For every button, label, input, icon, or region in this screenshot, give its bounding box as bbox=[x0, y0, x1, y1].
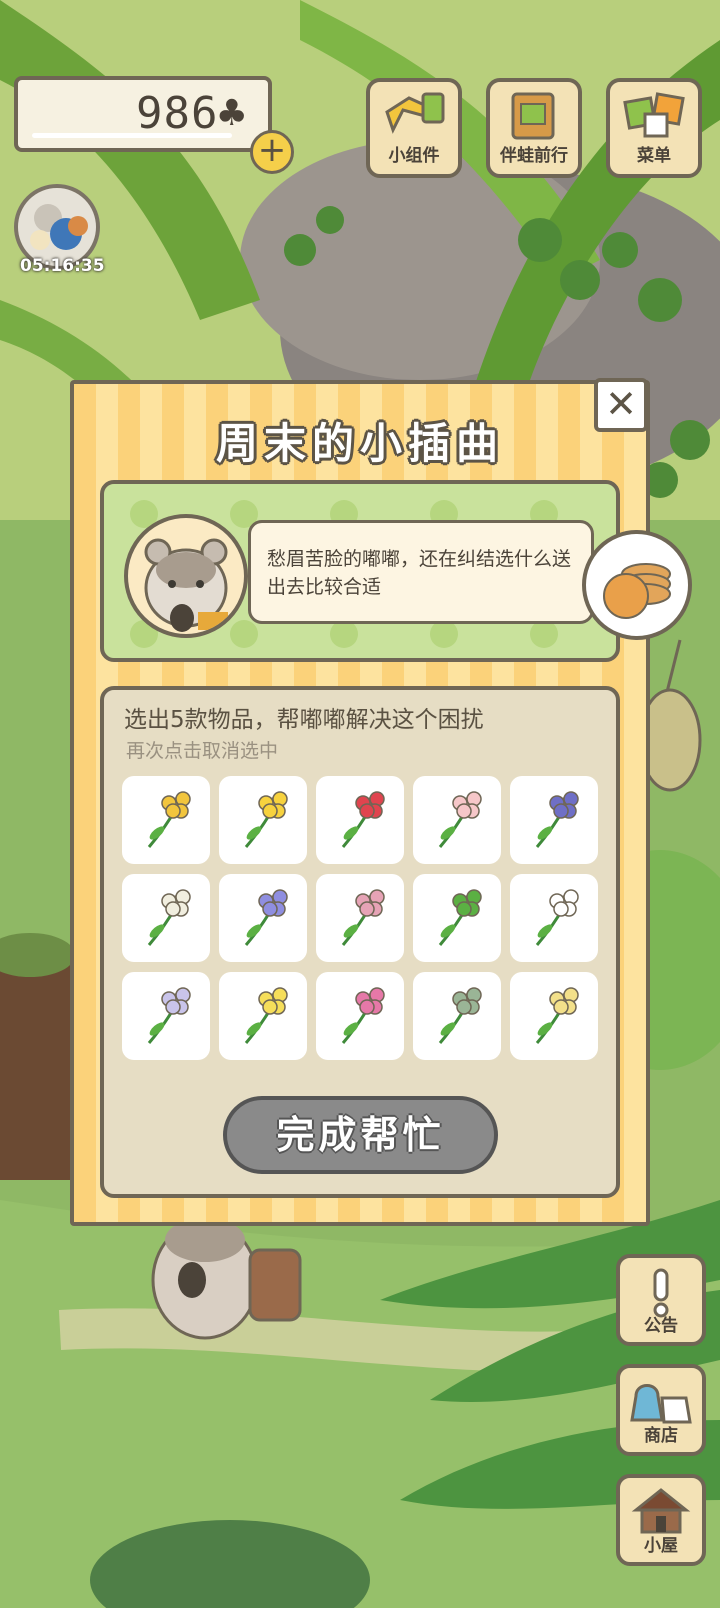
item-cell-5[interactable] bbox=[510, 776, 598, 864]
item-cell-14[interactable] bbox=[413, 972, 501, 1060]
add-clover-button[interactable]: + bbox=[250, 130, 294, 174]
four-leaf-clover-icon bbox=[438, 889, 482, 946]
journey-label: 伴蛙前行 bbox=[500, 146, 568, 166]
gift-thought bbox=[582, 530, 692, 640]
visitor-timer: 05:16:35 bbox=[20, 256, 105, 276]
widget-button[interactable]: 小组件 bbox=[366, 78, 462, 178]
speech-bubble: 愁眉苦脸的嘟嘟，还在纠结选什么送出去比较合适 bbox=[248, 520, 594, 624]
item-cell-12[interactable] bbox=[219, 972, 307, 1060]
sage-sprig-icon bbox=[438, 987, 482, 1044]
hamster-avatar bbox=[124, 514, 248, 638]
item-cell-1[interactable] bbox=[122, 776, 210, 864]
dialog-title: 周末的小插曲 bbox=[215, 419, 504, 468]
crackers-icon bbox=[603, 563, 671, 619]
item-cell-7[interactable] bbox=[219, 874, 307, 962]
shop-button[interactable]: 商店 bbox=[616, 1364, 706, 1456]
buttercup-icon bbox=[244, 987, 288, 1044]
notice-label: 公告 bbox=[644, 1316, 678, 1336]
clover-icon: ♣ bbox=[218, 88, 246, 139]
clover-counter: 986♣ bbox=[14, 76, 272, 152]
iris-icon bbox=[535, 791, 579, 848]
white-lily-icon bbox=[535, 889, 579, 946]
house-icon bbox=[631, 1488, 691, 1534]
clover-bar bbox=[32, 133, 232, 138]
shop-bags-icon bbox=[630, 1384, 692, 1424]
item-cell-3[interactable] bbox=[316, 776, 404, 864]
lilac-icon bbox=[147, 987, 191, 1044]
pink-tulip-icon bbox=[438, 791, 482, 848]
red-tulip-icon bbox=[341, 791, 385, 848]
dandelion-puff-icon bbox=[147, 889, 191, 946]
widget-label: 小组件 bbox=[388, 146, 440, 166]
item-cell-6[interactable] bbox=[122, 874, 210, 962]
journey-button[interactable]: 伴蛙前行 bbox=[486, 78, 582, 178]
item-grid bbox=[122, 776, 602, 1060]
item-cell-8[interactable] bbox=[316, 874, 404, 962]
item-cell-13[interactable] bbox=[316, 972, 404, 1060]
menu-button[interactable]: 菜单 bbox=[606, 78, 702, 178]
visitors-icon bbox=[30, 204, 88, 250]
complete-help-button[interactable]: 完成帮忙 bbox=[223, 1096, 498, 1174]
close-button[interactable]: ✕ bbox=[594, 378, 648, 432]
hibiscus-icon bbox=[341, 987, 385, 1044]
wintersweet-icon bbox=[535, 987, 579, 1044]
shop-label: 商店 bbox=[644, 1426, 678, 1446]
osmanthus-icon bbox=[147, 791, 191, 848]
item-cell-4[interactable] bbox=[413, 776, 501, 864]
item-cell-10[interactable] bbox=[510, 874, 598, 962]
hamster-icon bbox=[144, 538, 228, 632]
menu-cards-icon bbox=[623, 92, 685, 138]
menu-label: 菜单 bbox=[637, 146, 671, 166]
journey-book-icon bbox=[511, 92, 555, 140]
clover-count: 986♣ bbox=[136, 88, 246, 139]
house-button[interactable]: 小屋 bbox=[616, 1474, 706, 1566]
item-cell-15[interactable] bbox=[510, 972, 598, 1060]
instruction-text: 选出5款物品，帮嘟嘟解决这个困扰 bbox=[124, 707, 484, 733]
item-cell-11[interactable] bbox=[122, 972, 210, 1060]
notice-button[interactable]: 公告 bbox=[616, 1254, 706, 1346]
hint-text: 再次点击取消选中 bbox=[126, 740, 279, 762]
house-label: 小屋 bbox=[644, 1536, 678, 1556]
hyacinth-icon bbox=[244, 889, 288, 946]
pink-buds-icon bbox=[341, 889, 385, 946]
item-cell-9[interactable] bbox=[413, 874, 501, 962]
widget-icon bbox=[385, 92, 445, 134]
item-cell-2[interactable] bbox=[219, 776, 307, 864]
yellow-tulip-icon bbox=[244, 791, 288, 848]
